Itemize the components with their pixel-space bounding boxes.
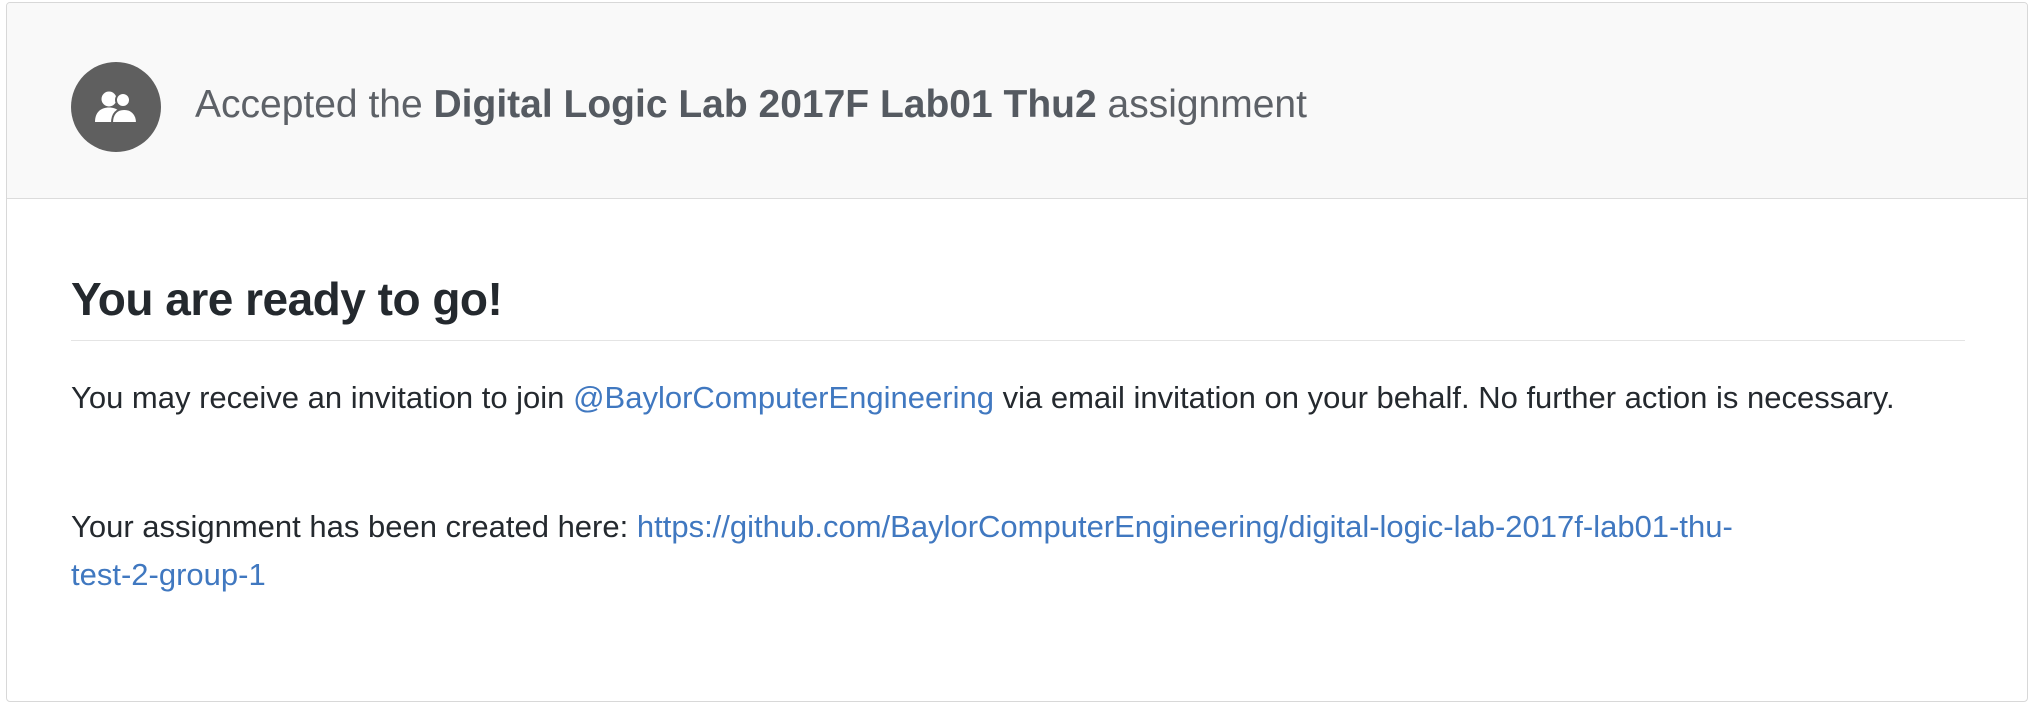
panel-header: Accepted the Digital Logic Lab 2017F Lab… (7, 3, 2027, 199)
assignment-name: Digital Logic Lab 2017F Lab01 Thu2 (433, 83, 1097, 126)
ready-heading: You are ready to go! (71, 273, 503, 325)
group-icon-glyph (95, 91, 138, 124)
title-suffix: assignment (1107, 83, 1307, 126)
created-text-before: Your assignment has been created here: (71, 509, 629, 544)
invitation-text-before: You may receive an invitation to join (71, 380, 565, 415)
assignment-title: Accepted the Digital Logic Lab 2017F Lab… (195, 75, 1307, 135)
invitation-message: You may receive an invitation to join @B… (71, 374, 1971, 422)
title-prefix: Accepted the (195, 83, 423, 126)
assignment-accepted-panel: Accepted the Digital Logic Lab 2017F Lab… (6, 2, 2028, 702)
repository-url-part-1: https://github.com/BaylorComputerEnginee… (636, 509, 1733, 544)
repository-url-part-2: test-2-group-1 (71, 557, 266, 592)
group-icon (71, 62, 161, 152)
organization-link[interactable]: @BaylorComputerEngineering (573, 380, 994, 415)
heading-divider (71, 340, 1965, 341)
repository-created-message: Your assignment has been created here: h… (71, 503, 1971, 599)
invitation-text-after: via email invitation on your behalf. No … (1002, 380, 1895, 415)
